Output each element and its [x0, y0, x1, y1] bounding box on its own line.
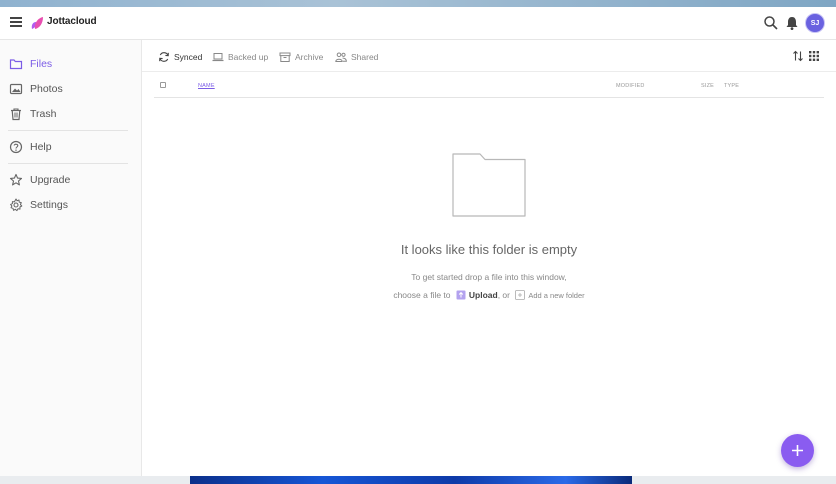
sidebar: Files Photos Trash Help Upgrade Settings — [0, 40, 142, 476]
empty-state-actions: choose a file to Upload, or Add a new fo… — [142, 290, 836, 300]
sidebar-item-label: Trash — [30, 108, 57, 120]
tab-label: Backed up — [228, 52, 269, 62]
sidebar-item-label: Settings — [30, 199, 68, 211]
shared-icon — [335, 52, 347, 62]
column-type[interactable]: TYPE — [724, 83, 739, 89]
tab-synced[interactable]: Synced — [158, 50, 218, 66]
tab-label: Shared — [351, 52, 379, 62]
trash-icon — [11, 108, 21, 121]
empty-state-hint: To get started drop a file into this win… — [411, 272, 567, 282]
folder-icon — [9, 59, 23, 70]
tab-backed-up[interactable]: Backed up — [212, 50, 276, 66]
add-folder-link[interactable]: Add a new folder — [528, 291, 584, 300]
sync-icon — [159, 52, 169, 62]
tab-shared[interactable]: Shared — [335, 50, 385, 66]
tab-bar: Synced Backed up Archive Shared — [142, 40, 836, 72]
column-size[interactable]: SIZE — [701, 83, 714, 89]
sidebar-item-upgrade[interactable]: Upgrade — [0, 169, 142, 191]
search-icon[interactable] — [763, 15, 779, 31]
select-all-checkbox[interactable] — [160, 82, 166, 88]
star-icon — [9, 173, 23, 186]
sort-icon[interactable] — [792, 50, 804, 62]
sidebar-item-help[interactable]: Help — [0, 136, 142, 158]
sidebar-item-photos[interactable]: Photos — [0, 78, 142, 100]
sidebar-item-label: Help — [30, 141, 52, 153]
sidebar-item-label: Upgrade — [30, 174, 71, 186]
desktop-wallpaper-bottom — [0, 476, 836, 484]
sidebar-divider — [8, 163, 128, 164]
sidebar-item-label: Photos — [30, 83, 63, 95]
column-name[interactable]: NAME — [198, 83, 215, 89]
upload-icon[interactable] — [456, 290, 466, 300]
grid-view-icon[interactable] — [808, 50, 820, 62]
menu-icon[interactable] — [10, 17, 22, 27]
app-window: Jottacloud SJ Files Photos Trash Help Up… — [0, 7, 836, 476]
empty-state-prefix: choose a file to — [393, 290, 451, 300]
bell-icon[interactable] — [784, 15, 800, 31]
column-header-row: NAME MODIFIED SIZE TYPE — [154, 73, 824, 98]
photo-icon — [9, 83, 23, 95]
add-button[interactable] — [781, 434, 814, 467]
laptop-icon — [212, 53, 224, 62]
gear-icon — [10, 198, 23, 212]
brand-name[interactable]: Jottacloud — [47, 16, 97, 27]
add-folder-icon[interactable] — [515, 290, 526, 300]
empty-state-title: It looks like this folder is empty — [400, 242, 578, 257]
empty-state-or: , or — [497, 290, 510, 300]
sidebar-item-settings[interactable]: Settings — [0, 194, 142, 216]
main-content: Synced Backed up Archive Shared NAME MOD… — [142, 40, 836, 476]
help-icon — [9, 140, 23, 154]
tab-label: Synced — [174, 52, 203, 62]
plus-icon — [792, 445, 803, 456]
column-modified[interactable]: MODIFIED — [616, 83, 645, 89]
sidebar-item-files[interactable]: Files — [0, 53, 142, 75]
tab-archive[interactable]: Archive — [279, 50, 329, 66]
jottacloud-logo — [31, 17, 43, 29]
sidebar-item-label: Files — [30, 58, 53, 70]
desktop-wallpaper-top — [0, 0, 836, 7]
sidebar-divider — [8, 130, 128, 131]
empty-folder-icon — [452, 153, 526, 217]
top-bar: Jottacloud SJ — [0, 7, 836, 40]
sidebar-item-trash[interactable]: Trash — [0, 103, 142, 125]
avatar[interactable]: SJ — [805, 13, 825, 33]
upload-link[interactable]: Upload — [469, 290, 498, 300]
tab-label: Archive — [295, 52, 324, 62]
archive-icon — [279, 52, 291, 62]
